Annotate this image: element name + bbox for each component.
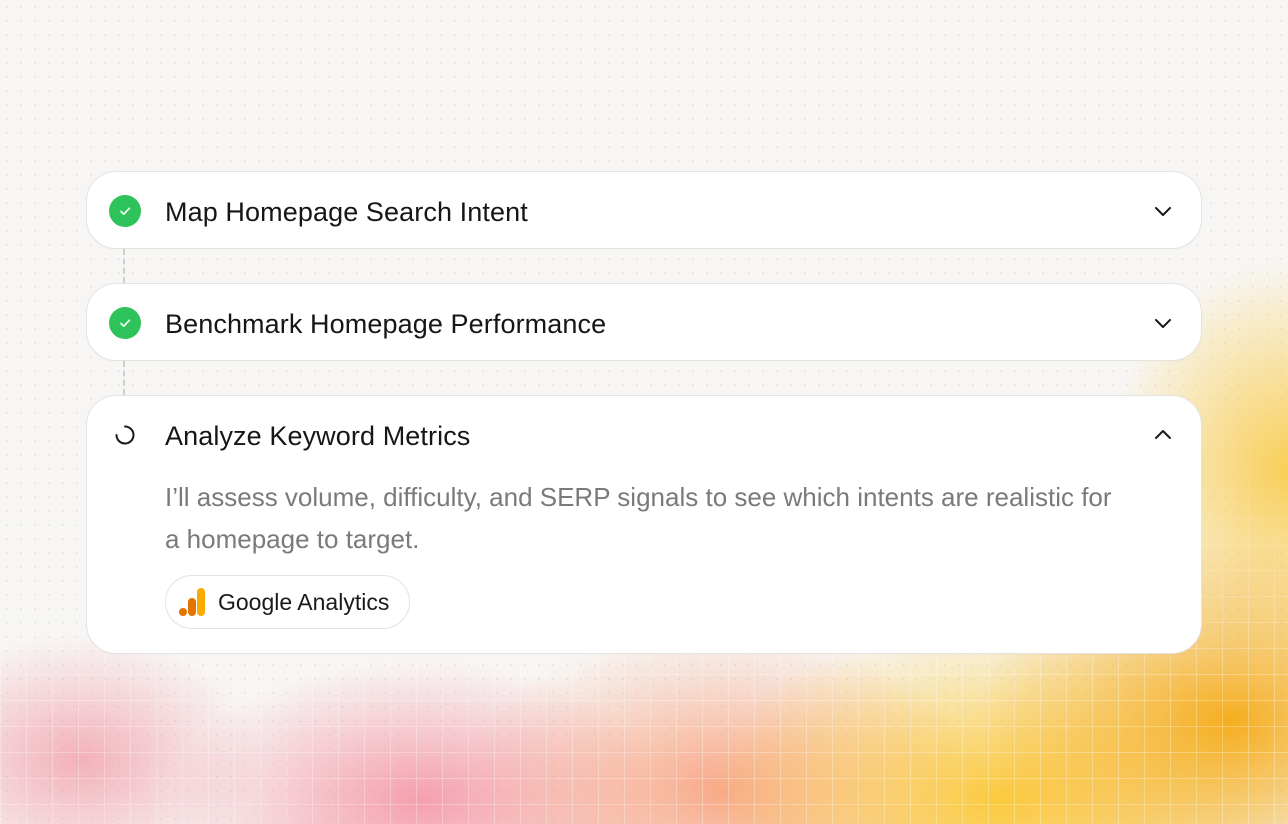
step-header[interactable]: Map Homepage Search Intent (87, 172, 1201, 250)
chevron-up-icon[interactable] (1151, 423, 1175, 447)
step-title: Analyze Keyword Metrics (165, 421, 471, 451)
step-card-analyze-keyword-metrics: Analyze Keyword Metrics I’ll assess volu… (86, 395, 1202, 654)
step-title: Benchmark Homepage Performance (165, 309, 607, 339)
check-circle-icon (109, 307, 141, 339)
tool-chip-label: Google Analytics (218, 588, 390, 615)
spinner-icon (109, 419, 141, 451)
step-header[interactable]: Benchmark Homepage Performance (87, 284, 1201, 362)
step-description: I’ll assess volume, difficulty, and SERP… (165, 482, 1112, 554)
tool-chip-google-analytics[interactable]: Google Analytics (165, 575, 411, 629)
chevron-down-icon[interactable] (1151, 311, 1175, 335)
step-header[interactable]: Analyze Keyword Metrics (87, 396, 1201, 474)
chevron-down-icon[interactable] (1151, 199, 1175, 223)
step-card-benchmark-homepage-performance: Benchmark Homepage Performance (86, 283, 1202, 361)
step-title: Map Homepage Search Intent (165, 197, 528, 227)
check-circle-icon (109, 195, 141, 227)
google-analytics-icon (178, 586, 208, 618)
step-connector (123, 361, 125, 395)
step-card-map-homepage-search-intent: Map Homepage Search Intent (86, 171, 1202, 249)
step-connector (123, 249, 125, 283)
